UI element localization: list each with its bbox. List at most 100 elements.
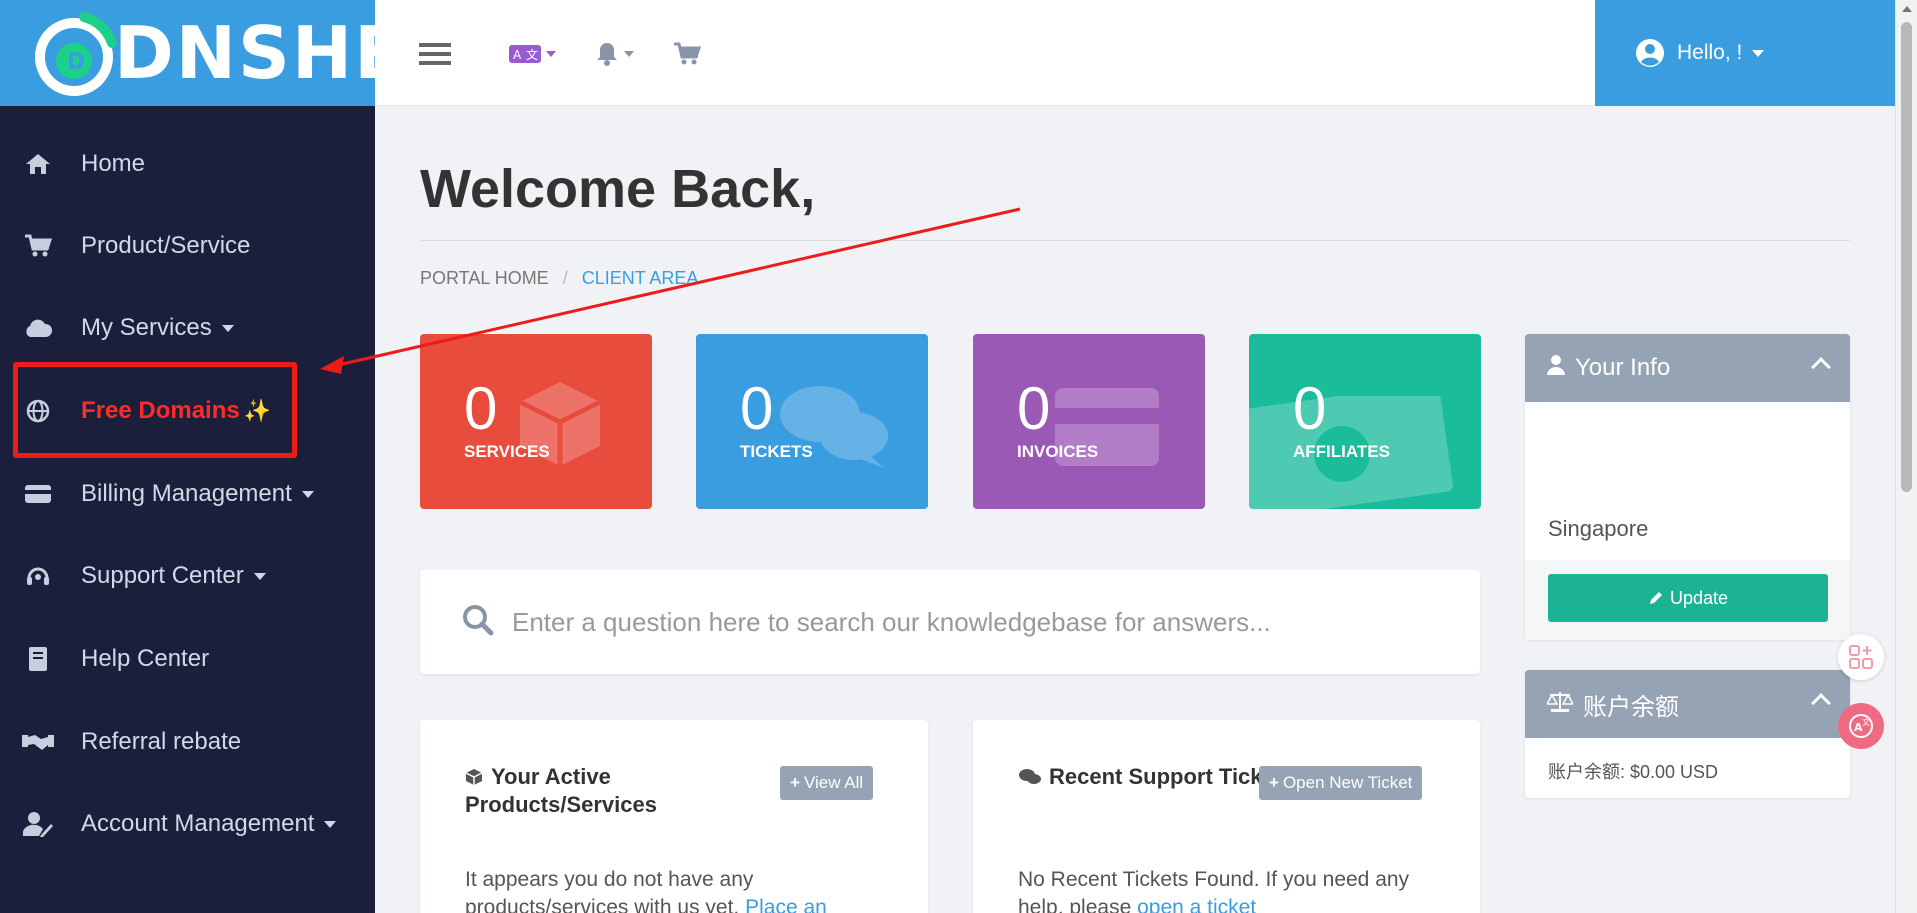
card-body: No Recent Tickets Found. If you need any… xyxy=(1018,866,1438,913)
scrollbar[interactable] xyxy=(1895,0,1917,913)
language-button[interactable]: A文 xyxy=(509,36,556,72)
menu-icon xyxy=(419,43,451,65)
svg-text:A: A xyxy=(513,48,522,62)
update-button[interactable]: Update xyxy=(1548,574,1828,622)
panel-title: 账户余额 xyxy=(1583,693,1679,721)
open-ticket-link[interactable]: open a ticket xyxy=(1137,896,1256,913)
card-title: Your Active Products/Services xyxy=(465,764,765,818)
notifications-button[interactable] xyxy=(595,36,634,72)
sidebar-item-referral-rebate[interactable]: Referral rebate xyxy=(0,712,375,772)
translate-float-button[interactable]: A文 xyxy=(1838,703,1884,749)
bell-icon xyxy=(597,43,617,66)
user-location: Singapore xyxy=(1548,516,1649,541)
plus-icon: + xyxy=(1269,773,1279,792)
user-greeting: Hello, ! xyxy=(1677,41,1743,64)
sidebar-item-label: Billing Management xyxy=(81,480,292,507)
translate-icon: A文 xyxy=(1849,714,1873,738)
brand-name: DNSHE xyxy=(114,11,406,95)
headset-icon xyxy=(20,558,56,594)
account-balance-value: 账户余额: $0.00 USD xyxy=(1548,762,1719,782)
card-text: It appears you do not have any products/… xyxy=(465,868,754,913)
cart-icon xyxy=(20,228,56,264)
panel-header[interactable]: 账户余额 xyxy=(1525,670,1850,738)
tile-label: INVOICES xyxy=(1017,442,1099,461)
cart-button[interactable] xyxy=(673,36,701,72)
breadcrumb: PORTAL HOME / CLIENT AREA xyxy=(420,268,698,289)
chevron-down-icon xyxy=(1752,49,1765,57)
tile-count: 0 xyxy=(1017,375,1051,442)
apps-float-button[interactable] xyxy=(1838,634,1884,680)
user-icon xyxy=(1547,354,1565,382)
sidebar-item-account-management[interactable]: Account Management xyxy=(0,794,375,854)
breadcrumb-separator: / xyxy=(562,268,568,288)
chevron-down-icon xyxy=(301,490,314,498)
sidebar-item-my-services[interactable]: My Services xyxy=(0,298,375,358)
logo[interactable]: D DNSHE xyxy=(0,0,403,106)
tile-count: 0 xyxy=(740,375,774,442)
home-icon xyxy=(20,146,56,182)
your-info-panel: Your Info Singapore Update xyxy=(1525,334,1850,640)
search-icon xyxy=(462,604,494,641)
tile-label: SERVICES xyxy=(464,442,550,461)
highlight-box xyxy=(13,362,297,458)
sidebar-item-label: Help Center xyxy=(81,645,210,672)
credit-card-icon xyxy=(20,476,56,512)
card-body: It appears you do not have any products/… xyxy=(465,866,885,913)
recent-tickets-card: Recent Support Tickets + Open New Ticket … xyxy=(973,720,1480,913)
svg-text:D: D xyxy=(67,50,85,75)
chevron-up-icon[interactable] xyxy=(1811,693,1831,713)
logo-mark-icon: D xyxy=(28,7,120,99)
sidebar-item-label: Referral rebate xyxy=(81,728,242,755)
scrollbar-thumb[interactable] xyxy=(1901,22,1912,492)
menu-toggle-button[interactable] xyxy=(419,36,451,72)
panel-header[interactable]: Your Info xyxy=(1525,334,1850,402)
button-label: Update xyxy=(1669,587,1729,608)
user-menu-button[interactable]: Hello, ! xyxy=(1595,0,1895,106)
breadcrumb-portal-home[interactable]: PORTAL HOME xyxy=(420,268,549,289)
sidebar-item-support-center[interactable]: Support Center xyxy=(0,546,375,606)
plus-icon: + xyxy=(790,773,800,792)
scroll-up-icon[interactable] xyxy=(1902,6,1912,12)
tile-count: 0 xyxy=(464,375,498,442)
sidebar-item-help-center[interactable]: Help Center xyxy=(0,629,375,689)
tile-affiliates[interactable]: 0 AFFILIATES xyxy=(1249,334,1481,509)
card-title-text: Recent Support Tickets xyxy=(1049,764,1295,789)
chevron-down-icon xyxy=(624,51,634,57)
card-title-text: Your Active Products/Services xyxy=(465,764,657,817)
breadcrumb-client-area: CLIENT AREA xyxy=(581,268,699,288)
kb-search-input[interactable]: Enter a question here to search our know… xyxy=(420,570,1480,674)
tile-label: TICKETS xyxy=(740,442,813,461)
open-new-ticket-button[interactable]: + Open New Ticket xyxy=(1259,766,1423,800)
chevron-up-icon[interactable] xyxy=(1811,357,1831,377)
sidebar-item-billing-management[interactable]: Billing Management xyxy=(0,464,375,524)
panel-footer: Update xyxy=(1525,560,1850,640)
user-circle-icon xyxy=(1636,39,1664,67)
tile-services[interactable]: 0 SERVICES xyxy=(420,334,652,509)
svg-text:文: 文 xyxy=(1862,717,1870,727)
handshake-icon xyxy=(20,724,56,760)
sidebar-item-label: Product/Service xyxy=(81,232,251,259)
page-title: Welcome Back, xyxy=(420,159,816,219)
language-icon: A文 xyxy=(509,45,541,63)
sidebar: Home Product/Service My Services Free Do… xyxy=(0,106,375,913)
place-order-link[interactable]: Place an xyxy=(745,896,827,913)
kb-search-placeholder: Enter a question here to search our know… xyxy=(512,606,1271,637)
tile-count: 0 xyxy=(1293,375,1327,442)
sidebar-item-product-service[interactable]: Product/Service xyxy=(0,216,375,276)
comments-icon xyxy=(1019,766,1041,792)
cart-icon xyxy=(674,42,701,65)
cube-icon xyxy=(465,766,483,792)
view-all-button[interactable]: + View All xyxy=(780,766,874,800)
tile-tickets[interactable]: 0 TICKETS xyxy=(696,334,928,509)
chevron-down-icon xyxy=(253,572,266,580)
sidebar-item-label: Home xyxy=(81,150,146,177)
tile-invoices[interactable]: 0 INVOICES xyxy=(973,334,1205,509)
apps-icon xyxy=(1849,645,1873,669)
book-icon xyxy=(20,641,56,677)
sidebar-item-home[interactable]: Home xyxy=(0,134,375,194)
active-products-card: Your Active Products/Services + View All … xyxy=(420,720,928,913)
divider xyxy=(420,240,1850,241)
balance-scale-icon xyxy=(1545,690,1575,719)
panel-title: Your Info xyxy=(1575,354,1671,381)
user-edit-icon xyxy=(20,806,56,842)
